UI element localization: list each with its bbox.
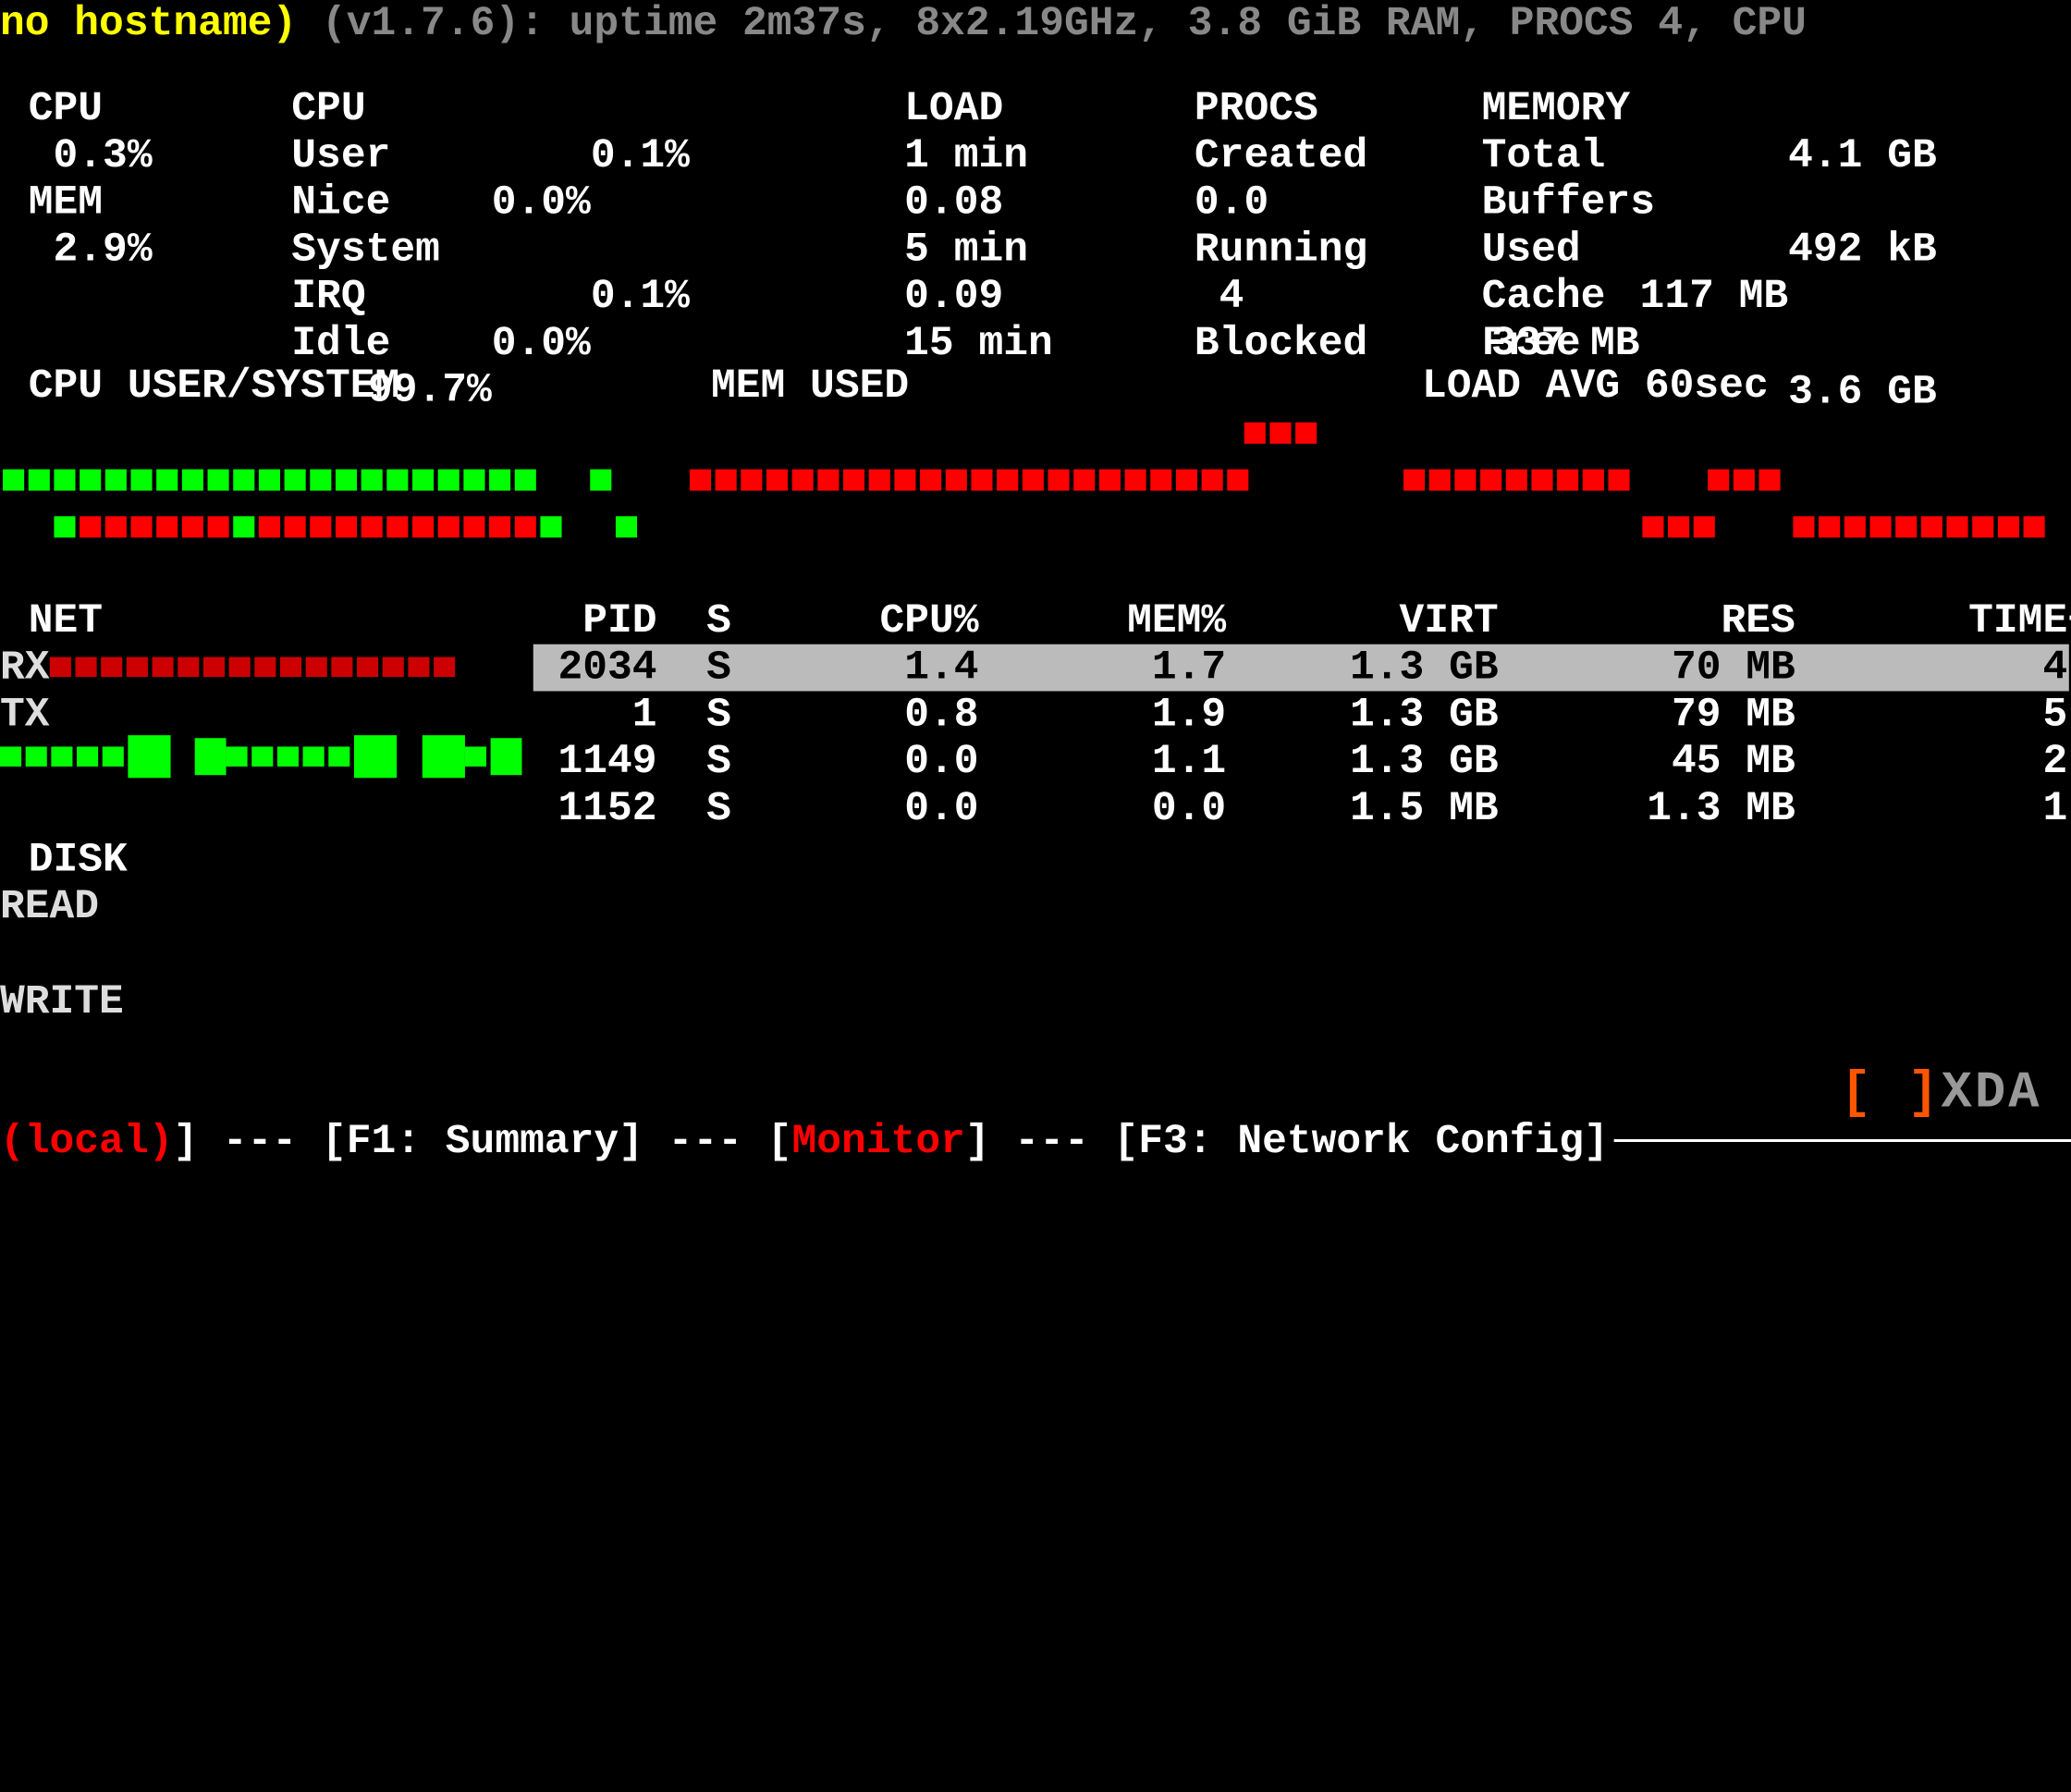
footer-line xyxy=(1614,1139,2071,1142)
tx-graph xyxy=(0,734,521,781)
load-5min-label: 5 min xyxy=(904,227,1160,274)
process-table[interactable]: PID S CPU% MEM% VIRT RES TIME+ 2034 S 1.… xyxy=(533,597,2069,832)
footer-local[interactable]: (local) xyxy=(0,1117,173,1164)
mem-total: Total4.1 GB xyxy=(1482,132,1937,179)
cpu-detail-header: CPU xyxy=(291,85,690,132)
load-graph-label: LOAD AVG 60sec xyxy=(1422,362,1769,410)
cpu-graph-label: CPU USER/SYSTEM xyxy=(29,362,711,410)
memory-header: MEMORY xyxy=(1482,85,1937,132)
footer-monitor[interactable]: Monitor xyxy=(792,1117,965,1164)
cpu-gauge-label: CPU xyxy=(29,85,256,132)
load-graph-top xyxy=(1403,457,1785,504)
procs-created-value: 0.0 xyxy=(1195,179,1451,227)
load-1min-value: 0.08 xyxy=(904,179,1160,227)
procs-header: PROCS xyxy=(1195,85,1451,132)
graphs-row: CPU USER/SYSTEM MEM USED LOAD AVG 60sec xyxy=(29,362,2048,512)
rx-graph xyxy=(50,644,460,692)
procs-blocked-label: Blocked xyxy=(1195,320,1451,367)
mem-gauge-label: MEM xyxy=(29,179,256,227)
net-tx-label: TX xyxy=(0,691,50,738)
load-15min-label: 15 min xyxy=(904,320,1160,367)
footer-bar: (local)] --- [F1: Summary] --- [Monitor]… xyxy=(0,1117,2070,1164)
mem-gauge-value: 2.9% xyxy=(29,227,256,274)
mem-graph xyxy=(690,457,1253,504)
disk-write-label: WRITE xyxy=(0,978,128,1025)
mem-buffers: Buffers492 kB xyxy=(1482,179,1937,227)
load-header: LOAD xyxy=(904,85,1160,132)
procs-created-label: Created xyxy=(1195,132,1451,179)
proc-row[interactable]: 1152 S 0.0 0.0 1.5 MB 1.3 MB 1 xyxy=(533,785,2069,832)
net-rx-label: RX xyxy=(0,644,459,692)
status: uptime 2m37s, 8x2.19GHz, 3.8 GiB RAM, PR… xyxy=(570,0,1807,47)
mem-graph-top xyxy=(1244,410,1321,457)
load-col: LOAD 1 min 0.08 5 min 0.09 15 min xyxy=(904,85,1160,367)
cpu-gauge-value: 0.3% xyxy=(29,132,256,179)
xda-logo: [ ]XDA xyxy=(1841,1063,2042,1123)
gauge-col: CPU 0.3% MEM 2.9% xyxy=(29,85,256,273)
load-1min-label: 1 min xyxy=(904,132,1160,179)
procs-col: PROCS Created 0.0 Running 4 Blocked xyxy=(1195,85,1451,367)
mem-free: Free3.6 GB xyxy=(1482,320,1937,367)
hostname: no hostname) xyxy=(0,0,297,47)
disk-read-label: READ xyxy=(0,884,128,931)
load-5min-value: 0.09 xyxy=(904,273,1160,320)
proc-row[interactable]: 1 S 0.8 1.9 1.3 GB 79 MB 5 xyxy=(533,691,2069,738)
footer-sep2: ] --- [F3: Network Config] xyxy=(965,1117,1609,1164)
procs-running-label: Running xyxy=(1195,227,1451,274)
cpu-graph-bottom xyxy=(54,504,641,551)
proc-row-selected[interactable]: 2034 S 1.4 1.7 1.3 GB 70 MB 4 xyxy=(533,644,2069,692)
cpu-user: User0.1% xyxy=(291,132,690,179)
version: (v1.7.6): xyxy=(322,0,545,47)
cpu-graph-top xyxy=(3,457,616,504)
disk-header: DISK xyxy=(29,836,128,883)
procs-running-value: 4 xyxy=(1195,273,1451,320)
cpu-nice: Nice0.0% xyxy=(291,179,690,227)
load-graph-bottom xyxy=(1642,504,2049,551)
cpu-idle: Idle99.7% xyxy=(291,320,690,367)
proc-header: PID S CPU% MEM% VIRT RES TIME+ xyxy=(533,597,2069,644)
mem-graph-label: MEM USED xyxy=(711,362,1422,410)
proc-row[interactable]: 1149 S 0.0 1.1 1.3 GB 45 MB 2 xyxy=(533,738,2069,785)
footer-sep1: ] --- [F1: Summary] --- [ xyxy=(173,1117,791,1164)
header-line: no hostname) (v1.7.6): uptime 2m37s, 8x2… xyxy=(0,0,2070,47)
cpu-system: System0.1% xyxy=(291,227,690,274)
disk-section: DISK READ WRITE xyxy=(29,836,128,1025)
net-header: NET xyxy=(29,597,103,644)
